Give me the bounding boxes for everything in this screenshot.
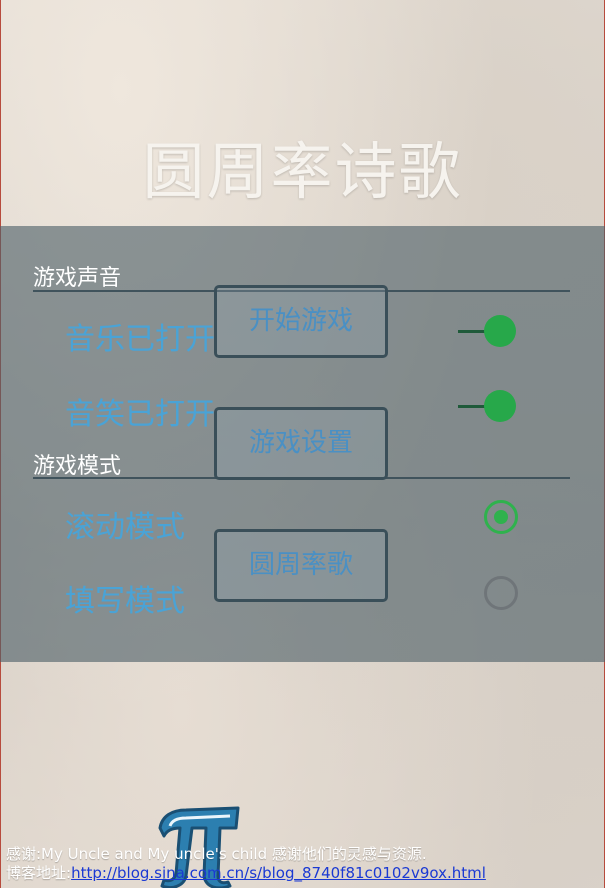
sound-effect-toggle-switch[interactable]: [458, 390, 518, 424]
fill-mode-label[interactable]: 填写模式: [65, 576, 185, 620]
sound-effect-setting-label[interactable]: 音笑已打开: [65, 389, 215, 433]
pi-song-button[interactable]: 圆周率歌: [214, 529, 388, 602]
fill-mode-radio[interactable]: [484, 576, 518, 610]
game-settings-button[interactable]: 游戏设置: [214, 407, 388, 480]
radio-selected-dot: [494, 510, 508, 524]
credits-thanks: 感谢:My Uncle and My uncle's child 感谢他们的灵感…: [6, 845, 427, 863]
blog-address-label: 博客地址:: [6, 864, 72, 882]
credits: 感谢:My Uncle and My uncle's child 感谢他们的灵感…: [6, 845, 601, 883]
section-header-mode: 游戏模式: [33, 454, 122, 479]
start-game-button[interactable]: 开始游戏: [214, 285, 388, 358]
music-toggle-switch[interactable]: [458, 315, 518, 349]
app-title: 圆周率诗歌: [142, 135, 463, 208]
switch-knob: [484, 390, 516, 422]
switch-knob: [484, 315, 516, 347]
scroll-mode-label[interactable]: 滚动模式: [65, 502, 185, 546]
scroll-mode-radio[interactable]: [484, 500, 518, 534]
credits-blog-line: 博客地址:http://blog.sina.com.cn/s/blog_8740…: [6, 864, 601, 883]
section-header-sound: 游戏声音: [33, 266, 122, 291]
music-setting-label[interactable]: 音乐已打开: [65, 314, 215, 358]
blog-link[interactable]: http://blog.sina.com.cn/s/blog_8740f81c0…: [71, 864, 486, 882]
